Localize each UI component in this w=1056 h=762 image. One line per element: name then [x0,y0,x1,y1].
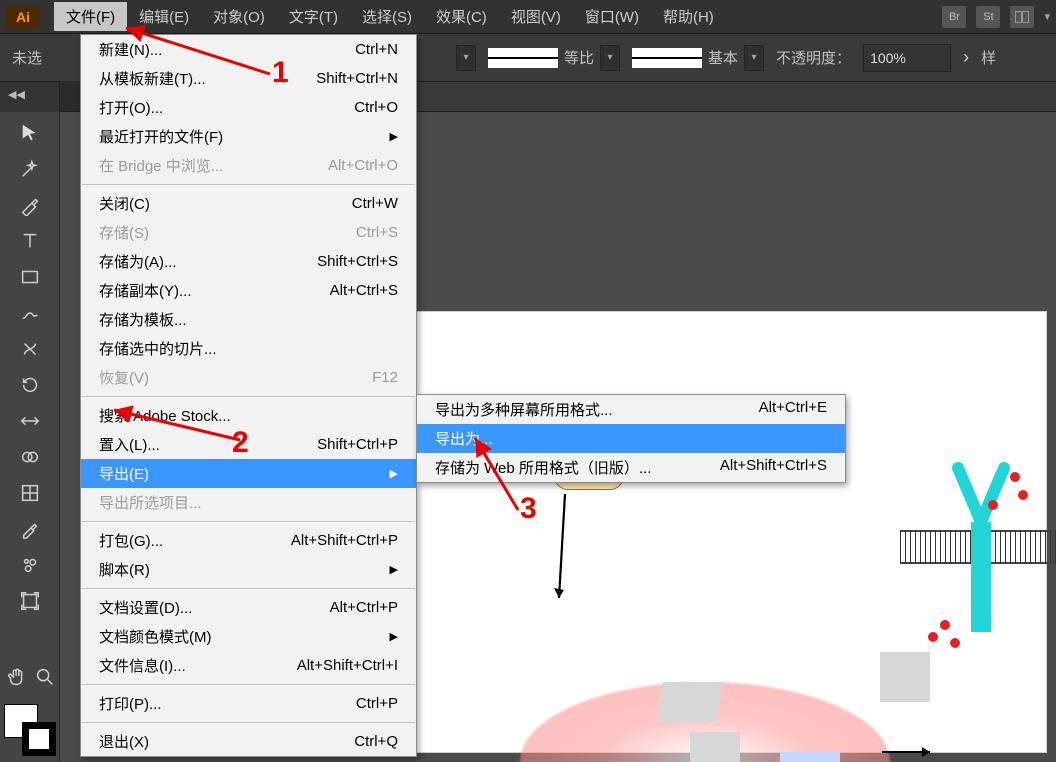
magic-wand-tool-icon[interactable] [10,152,50,186]
menu-edit[interactable]: 编辑(E) [127,2,201,31]
titlebar: Ai 文件(F) 编辑(E) 对象(O) 文字(T) 选择(S) 效果(C) 视… [0,0,1056,34]
swatch-dropdown-1[interactable]: ▾ [456,45,476,71]
pen-tool-icon[interactable] [10,188,50,222]
menu-help[interactable]: 帮助(H) [651,2,726,31]
file-menu-item[interactable]: 关闭(C)Ctrl+W [81,189,416,218]
menu-file[interactable]: 文件(F) [54,2,127,31]
file-menu-item[interactable]: 存储为(A)...Shift+Ctrl+S [81,247,416,276]
artboard-tool-icon[interactable] [10,584,50,618]
shaper-tool-icon[interactable] [10,332,50,366]
file-menu-item[interactable]: 文档颜色模式(M)▶ [81,622,416,651]
export-submenu: 导出为多种屏幕所用格式...Alt+Ctrl+E导出为...存储为 Web 所用… [416,394,846,483]
stock-icon[interactable]: St [976,6,1000,28]
type-tool-icon[interactable] [10,224,50,258]
export-submenu-item[interactable]: 导出为多种屏幕所用格式...Alt+Ctrl+E [417,395,845,424]
stroke-preview-2[interactable] [632,48,702,68]
selection-tool-icon[interactable] [10,116,50,150]
menu-select[interactable]: 选择(S) [350,2,424,31]
file-menu-item: 存储(S)Ctrl+S [81,218,416,247]
menubar: 文件(F) 编辑(E) 对象(O) 文字(T) 选择(S) 效果(C) 视图(V… [54,2,942,31]
more-chevron-icon[interactable]: › [963,47,969,68]
file-menu-item[interactable]: 打开(O)...Ctrl+O [81,93,416,122]
file-menu-item[interactable]: 退出(X)Ctrl+Q [81,727,416,756]
file-menu-item[interactable]: 从模板新建(T)...Shift+Ctrl+N [81,64,416,93]
shapebuilder-tool-icon[interactable] [10,440,50,474]
export-submenu-item[interactable]: 存储为 Web 所用格式（旧版）...Alt+Shift+Ctrl+S [417,453,845,482]
basic-dropdown[interactable]: ▾ [744,45,764,71]
toolbox [0,112,60,762]
titlebar-right: Br St ▾ [942,6,1050,28]
file-menu-item[interactable]: 导出(E)▶ [81,459,416,488]
file-menu-item[interactable]: 最近打开的文件(F)▶ [81,122,416,151]
ratio-dropdown[interactable]: ▾ [600,45,620,71]
chevron-right-icon: ▶ [390,630,398,643]
annot-2: 2 [232,426,249,460]
no-selection-label: 未选 [12,47,42,68]
opacity-field[interactable]: 100% [863,44,951,72]
menu-text[interactable]: 文字(T) [277,2,350,31]
rotate-tool-icon[interactable] [10,368,50,402]
rectangle-tool-icon[interactable] [10,260,50,294]
opacity-label: 不透明度： [776,47,851,68]
chevron-right-icon: ▶ [390,563,398,576]
app-logo: Ai [6,6,40,28]
bridge-icon[interactable]: Br [942,6,966,28]
file-menu-item[interactable]: 文件信息(I)...Alt+Shift+Ctrl+I [81,651,416,680]
annot-1: 1 [272,56,289,90]
file-menu-item[interactable]: 存储选中的切片... [81,334,416,363]
chevron-right-icon: ▶ [390,130,398,143]
export-submenu-item[interactable]: 导出为... [417,424,845,453]
file-menu: 新建(N)...Ctrl+N从模板新建(T)...Shift+Ctrl+N打开(… [80,34,417,757]
file-menu-item: 导出所选项目... [81,488,416,517]
file-menu-item[interactable]: 文档设置(D)...Alt+Ctrl+P [81,593,416,622]
symbol-spray-tool-icon[interactable] [10,548,50,582]
mesh-tool-icon[interactable] [10,476,50,510]
file-menu-item[interactable]: 打印(P)...Ctrl+P [81,689,416,718]
fill-stroke-swatch[interactable] [4,704,56,756]
menu-effect[interactable]: 效果(C) [424,2,499,31]
ratio-label: 等比 [564,47,594,68]
hand-tool-icon[interactable] [6,662,28,692]
file-menu-item[interactable]: 脚本(R)▶ [81,555,416,584]
file-menu-item[interactable]: 存储副本(Y)...Alt+Ctrl+S [81,276,416,305]
chevron-down-icon[interactable]: ▾ [1044,10,1050,23]
chevron-right-icon: ▶ [390,467,398,480]
style-cutoff: 样 [981,47,996,68]
file-menu-item: 在 Bridge 中浏览...Alt+Ctrl+O [81,151,416,180]
annot-3: 3 [520,492,537,526]
zoom-tool-icon[interactable] [34,662,56,692]
eyedropper-tool-icon[interactable] [10,512,50,546]
file-menu-item[interactable]: 存储为模板... [81,305,416,334]
file-menu-item[interactable]: 打包(G)...Alt+Shift+Ctrl+P [81,526,416,555]
mini-tool-tab[interactable]: ◀◀ [0,82,60,112]
menu-window[interactable]: 窗口(W) [573,2,651,31]
menu-object[interactable]: 对象(O) [201,2,277,31]
brush-tool-icon[interactable] [10,296,50,330]
width-tool-icon[interactable] [10,404,50,438]
arrange-docs-icon[interactable] [1010,6,1034,28]
basic-label: 基本 [708,47,738,68]
file-menu-item[interactable]: 新建(N)...Ctrl+N [81,35,416,64]
stroke-preview-1[interactable] [488,48,558,68]
menu-view[interactable]: 视图(V) [499,2,573,31]
file-menu-item: 恢复(V)F12 [81,363,416,392]
